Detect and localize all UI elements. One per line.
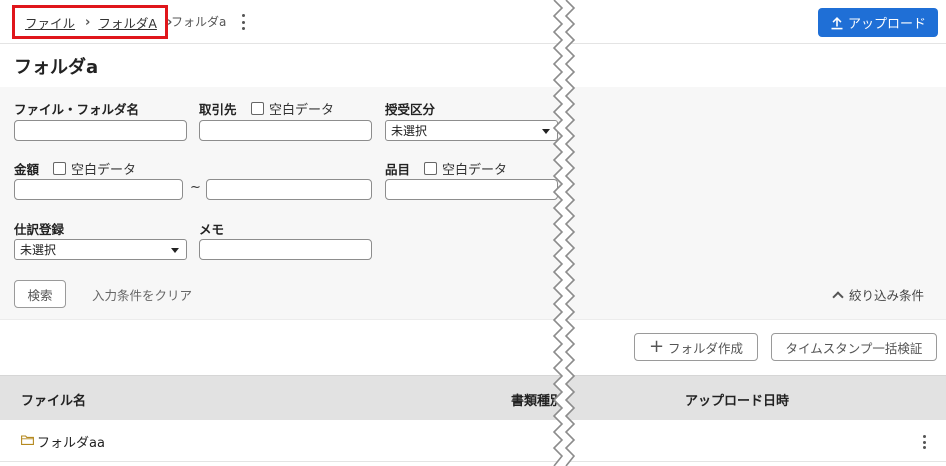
memo-label: メモ: [199, 222, 225, 237]
clear-conditions-link[interactable]: 入力条件をクリア: [92, 285, 192, 304]
chevron-up-icon: [832, 290, 844, 303]
item-input[interactable]: [385, 179, 558, 200]
page-title: フォルダa: [14, 57, 99, 78]
create-folder-label: フォルダ作成: [668, 340, 744, 356]
checkbox-icon: [251, 102, 264, 115]
column-header-file-name[interactable]: ファイル名: [21, 390, 86, 409]
breadcrumb-item-folder-a[interactable]: フォルダA: [98, 13, 157, 32]
range-separator: ~: [190, 180, 201, 195]
checkbox-icon: [424, 162, 437, 175]
blank-data-label: 空白データ: [269, 103, 335, 118]
bulk-timestamp-verify-button[interactable]: タイムスタンプ一括検証: [771, 333, 937, 361]
plus-icon: +: [648, 336, 665, 357]
amount-blank-checkbox[interactable]: 空白データ: [53, 159, 136, 178]
create-folder-button[interactable]: + フォルダ作成: [634, 333, 758, 361]
amount-min-input[interactable]: [14, 179, 183, 200]
checkbox-icon: [53, 162, 66, 175]
search-button[interactable]: 検索: [14, 280, 66, 308]
amount-max-input[interactable]: [206, 179, 372, 200]
transfer-type-value: 未選択: [391, 124, 428, 138]
collapse-filter-toggle[interactable]: 絞り込み条件: [832, 285, 925, 304]
breadcrumb-current: フォルダa: [171, 15, 227, 29]
upload-icon: [831, 16, 843, 29]
breadcrumb-separator-icon: ›: [85, 14, 91, 30]
memo-input[interactable]: [199, 239, 372, 260]
table-header: ファイル名 書類種別 アップロード日時: [0, 375, 946, 420]
transfer-type-label: 授受区分: [385, 102, 436, 117]
partner-label: 取引先: [199, 102, 237, 117]
table-row[interactable]: フォルダaa: [0, 420, 946, 462]
dropdown-caret-icon: [171, 248, 179, 253]
transfer-type-select[interactable]: 未選択: [385, 120, 558, 141]
journal-select[interactable]: 未選択: [14, 239, 187, 260]
amount-label: 金額: [14, 162, 40, 177]
blank-data-label: 空白データ: [71, 163, 137, 178]
breadcrumb-item-file[interactable]: ファイル: [25, 13, 75, 32]
more-options-icon[interactable]: [237, 12, 249, 32]
column-header-upload-date[interactable]: アップロード日時: [685, 390, 789, 409]
upload-button-label: アップロード: [847, 17, 926, 32]
blank-data-label: 空白データ: [442, 163, 508, 178]
row-file-name[interactable]: フォルダaa: [37, 432, 105, 451]
file-folder-name-input[interactable]: [14, 120, 187, 141]
omission-cut-mark: [552, 0, 576, 466]
journal-label: 仕訳登録: [14, 222, 65, 237]
journal-value: 未選択: [20, 243, 57, 257]
top-bar: ファイル › フォルダA › フォルダa アップロード: [0, 0, 946, 44]
upload-button[interactable]: アップロード: [818, 8, 938, 37]
folder-icon: [21, 435, 34, 445]
filter-panel: ファイル・フォルダ名 取引先 空白データ 授受区分 未選択 金額 空白データ ~…: [0, 87, 946, 320]
partner-blank-checkbox[interactable]: 空白データ: [251, 99, 334, 118]
file-folder-name-label: ファイル・フォルダ名: [14, 102, 140, 117]
item-blank-checkbox[interactable]: 空白データ: [424, 159, 507, 178]
breadcrumb: ファイル › フォルダA ›: [12, 5, 172, 39]
item-label: 品目: [385, 162, 411, 177]
partner-input[interactable]: [199, 120, 372, 141]
collapse-filter-label: 絞り込み条件: [849, 288, 925, 303]
row-more-options-icon[interactable]: [919, 434, 929, 450]
